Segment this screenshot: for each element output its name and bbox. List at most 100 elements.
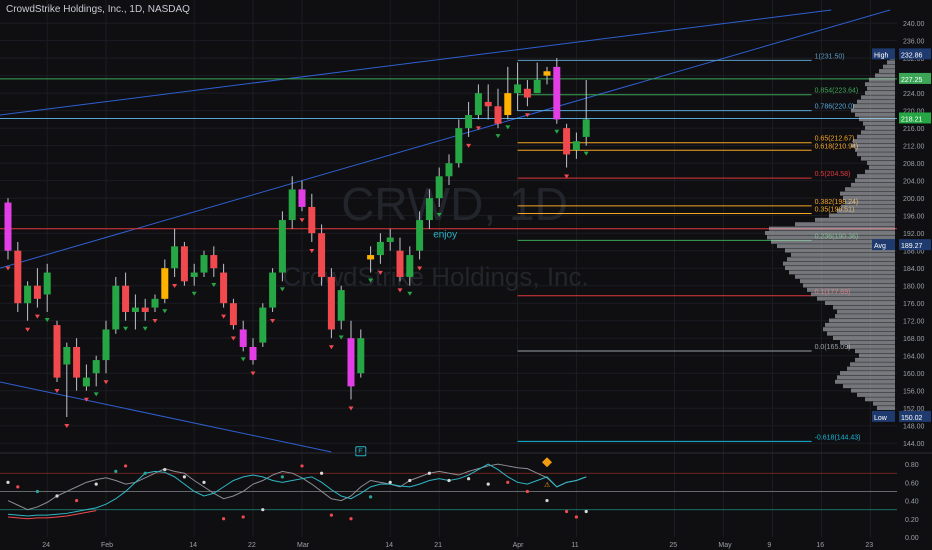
volume-profile-bar <box>835 379 895 384</box>
oscillator-dot <box>182 475 186 479</box>
fib-level-label: 0.5(204.58) <box>815 171 851 178</box>
fib-level-label: 0.65(212.67) <box>815 136 855 143</box>
volume-profile-bar <box>851 143 895 148</box>
candle-body <box>357 338 365 374</box>
signal-marker-sell <box>34 314 40 319</box>
oscillator-dot <box>114 469 118 473</box>
oscillator-axis-tick: 0.20 <box>905 517 919 524</box>
candle-body <box>112 285 120 330</box>
volume-profile-bar <box>850 362 895 367</box>
volume-profile-bar <box>845 200 895 205</box>
volume-profile-bar <box>840 371 895 376</box>
volume-profile-bar <box>857 174 895 179</box>
volume-profile-bar <box>851 108 895 113</box>
volume-profile-bar <box>857 99 895 104</box>
signal-marker-buy <box>554 129 560 134</box>
candle-body <box>63 346 71 365</box>
volume-profile-bar <box>865 82 895 87</box>
candle-body <box>553 66 561 120</box>
candle-body <box>347 338 355 387</box>
volume-profile-bar <box>837 309 895 314</box>
volume-profile-bar <box>837 209 895 214</box>
volume-profile-bar <box>861 130 895 135</box>
alert-diamond <box>542 457 552 468</box>
volume-profile-bar <box>815 217 895 222</box>
candle-body <box>318 233 326 277</box>
price-axis-tick: 168.00 <box>903 336 925 343</box>
channel-lower <box>0 381 332 453</box>
price-tag-value: 227.25 <box>901 77 923 84</box>
price-axis-tick: 200.00 <box>903 196 925 203</box>
price-axis-tick: 156.00 <box>903 389 925 396</box>
volume-profile-bar <box>807 287 895 292</box>
oscillator-dot <box>584 509 588 514</box>
time-axis-tick: 14 <box>189 542 197 549</box>
price-axis-tick: 164.00 <box>903 354 925 361</box>
oscillator-dot <box>75 498 79 503</box>
candle-body <box>24 285 32 304</box>
candle-body <box>14 250 22 304</box>
signal-marker-buy <box>44 317 50 322</box>
candle-body <box>82 377 90 387</box>
signal-marker-buy <box>123 326 129 331</box>
volume-profile-bar <box>769 226 895 231</box>
candle-body <box>141 307 149 312</box>
volume-profile-bar <box>861 95 895 100</box>
candle-body <box>455 128 463 164</box>
candle-body <box>543 71 551 76</box>
candle-body <box>288 189 296 221</box>
volume-profile-bar <box>855 178 895 183</box>
signal-marker-sell <box>299 218 305 223</box>
price-axis-tick: 196.00 <box>903 214 925 221</box>
time-axis-tick: 11 <box>571 542 578 549</box>
volume-profile-bar <box>835 314 895 319</box>
volume-profile-bar <box>840 191 895 196</box>
candle-body <box>376 241 384 256</box>
candle-body <box>220 272 228 304</box>
candle-body <box>425 198 433 221</box>
volume-profile-bar <box>877 406 895 411</box>
volume-profile-bar <box>863 121 895 126</box>
volume-profile-bar <box>833 336 895 341</box>
candle-body <box>494 106 502 124</box>
time-axis-tick: 9 <box>767 542 771 549</box>
candle-body <box>298 189 306 207</box>
volume-profile-bar <box>865 169 895 174</box>
candle-body <box>151 298 159 308</box>
signal-marker-buy <box>211 282 217 287</box>
candle-body <box>327 276 335 330</box>
volume-profile-bar <box>765 231 895 235</box>
oscillator-dot <box>388 480 392 484</box>
volume-profile-bar <box>841 204 895 209</box>
signal-marker-buy <box>191 291 197 296</box>
oscillator-dot <box>574 515 579 519</box>
volume-profile-bar <box>795 274 895 279</box>
earnings-marker: E <box>358 449 363 456</box>
oscillator-dot <box>329 513 333 517</box>
volume-profile-bar <box>795 222 895 227</box>
time-axis-tick: 25 <box>669 542 677 549</box>
chart-canvas[interactable]: CRWD, 1DCrowdStrike Holdings, Inc.1(231.… <box>0 0 932 550</box>
candle-body <box>523 88 531 98</box>
volume-profile-bar <box>789 270 895 275</box>
oscillator-dot <box>467 477 471 481</box>
volume-profile-bar <box>791 252 895 257</box>
volume-profile-bar <box>851 182 895 187</box>
volume-profile-bar <box>837 375 895 380</box>
candle-body <box>416 220 424 251</box>
oscillator-dot <box>35 489 40 494</box>
signal-marker-buy <box>505 125 511 130</box>
candle-body <box>161 268 169 299</box>
time-axis-tick: Mar <box>297 542 310 549</box>
time-axis-tick: May <box>718 542 732 549</box>
oscillator-dot <box>202 480 206 484</box>
price-tag-value: 150.02 <box>901 415 923 422</box>
volume-profile-bar <box>873 401 895 406</box>
volume-profile-bar <box>883 64 895 69</box>
candle-body <box>504 93 512 116</box>
candle-body <box>278 220 286 273</box>
price-axis-tick: 204.00 <box>903 179 925 186</box>
time-axis-tick: Feb <box>101 542 113 549</box>
volume-profile-bar <box>851 388 895 393</box>
oscillator-axis-tick: 0.80 <box>905 462 919 469</box>
